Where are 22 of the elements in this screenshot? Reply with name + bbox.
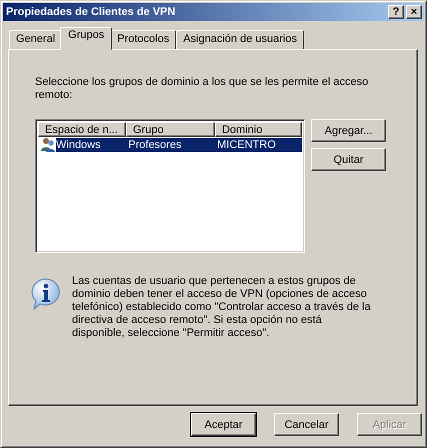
- table-cell: Windows: [56, 138, 126, 152]
- info-text: Las cuentas de usuario que pertenecen a estos grupos de dominio deben tener el acceso de VPN (opciones de acceso telefónico) establecido como "Controlar acceso a través de la directiva de acceso remoto". Si esta opción no está disponible, seleccione "Permitir acceso".: [72, 275, 372, 340]
- tab[interactable]: Asignación de usuarios: [176, 30, 304, 49]
- window-title: Propiedades de Clientes de VPN: [6, 6, 176, 18]
- users-icon: [40, 137, 56, 153]
- group-list[interactable]: Espacio de n... Grupo Dominio Windows Profesores MICENTRO: [35, 119, 305, 253]
- table-cell: MICENTRO: [215, 138, 302, 152]
- remove-button[interactable]: Quitar: [311, 148, 386, 171]
- close-button[interactable]: ×: [406, 5, 422, 19]
- add-button[interactable]: Agregar...: [311, 119, 386, 142]
- dialog-button[interactable]: Cancelar: [274, 413, 339, 436]
- tab[interactable]: General: [9, 30, 62, 49]
- tab[interactable]: Protocolos: [110, 30, 176, 49]
- instruction-text: Seleccione los grupos de dominio a los que se les permite el acceso remoto:: [35, 76, 370, 102]
- column-header[interactable]: Grupo: [126, 122, 215, 137]
- column-header[interactable]: Espacio de n...: [38, 122, 126, 137]
- help-button[interactable]: ?: [388, 5, 404, 19]
- tab[interactable]: Grupos: [60, 27, 112, 50]
- table-cell: Profesores: [126, 138, 216, 152]
- info-icon: [29, 277, 63, 311]
- dialog-button[interactable]: Aceptar: [191, 413, 256, 436]
- column-header[interactable]: Dominio: [214, 122, 302, 137]
